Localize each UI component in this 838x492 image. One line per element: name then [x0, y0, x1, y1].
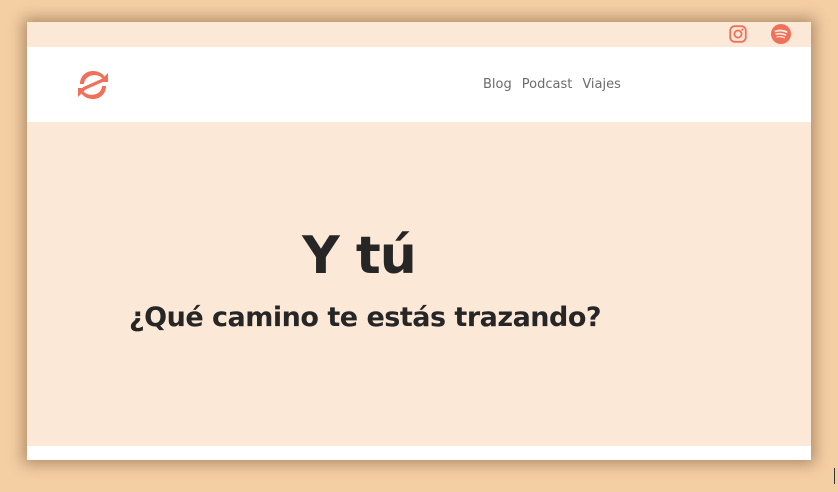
navbar: Blog Podcast Viajes: [27, 47, 811, 122]
hero-title: Y tú: [302, 226, 417, 286]
main-navigation: Blog Podcast Viajes: [483, 77, 621, 92]
spotify-icon[interactable]: [771, 24, 791, 44]
social-bar: [27, 22, 811, 47]
instagram-icon[interactable]: [729, 25, 747, 43]
nav-link-blog[interactable]: Blog: [483, 77, 512, 92]
nav-link-viajes[interactable]: Viajes: [582, 77, 621, 92]
text-cursor: [834, 468, 835, 484]
nav-link-podcast[interactable]: Podcast: [522, 77, 573, 92]
browser-page: Blog Podcast Viajes Y tú ¿Qué camino te …: [27, 22, 811, 460]
brand-logo-icon[interactable]: [75, 67, 111, 103]
hero-section: Y tú ¿Qué camino te estás trazando?: [27, 122, 811, 446]
section-divider: [27, 446, 811, 460]
hero-subtitle: ¿Qué camino te estás trazando?: [129, 302, 602, 333]
